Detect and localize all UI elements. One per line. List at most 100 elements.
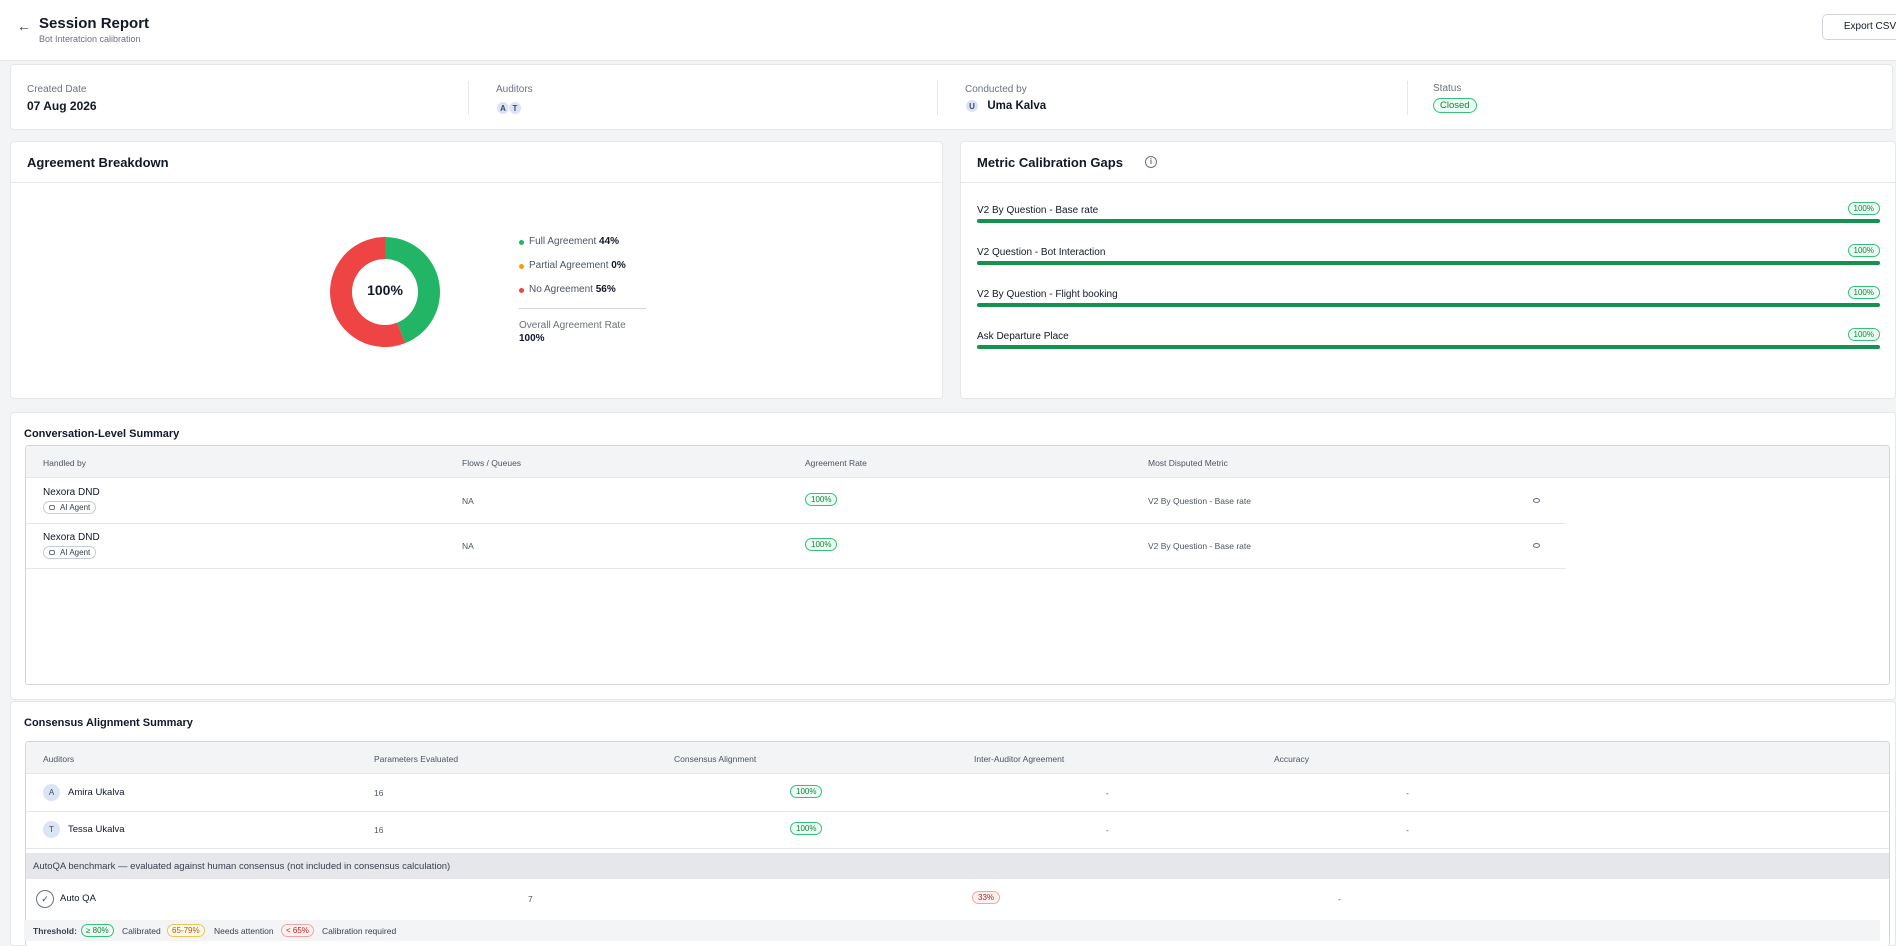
flows-value: NA — [462, 541, 474, 551]
gap-percent-badge: 100% — [1847, 202, 1880, 215]
gap-row: V2 By Question - Base rate 100% — [977, 199, 1880, 229]
avatar: A — [43, 784, 60, 801]
column-header: Consensus Alignment — [674, 754, 757, 764]
column-header: Parameters Evaluated — [374, 754, 459, 764]
autoqa-row[interactable]: ✓ Auto QA 7 33% - — [26, 879, 1889, 919]
inter-auditor-value: - — [1106, 788, 1109, 798]
column-header: Agreement Rate — [805, 458, 867, 468]
avatar: T — [43, 821, 60, 838]
legend-dot — [519, 288, 524, 293]
params-evaluated: 16 — [374, 825, 384, 835]
bot-icon — [49, 505, 55, 510]
disputed-metric: V2 By Question - Base rate — [1148, 541, 1251, 551]
autoqa-benchmark-banner: AutoQA benchmark — evaluated against hum… — [26, 853, 1889, 879]
table-row[interactable]: Nexora DND AI Agent NA 100% V2 By Questi… — [26, 524, 1566, 569]
gap-row: V2 Question - Bot Interaction 100% — [977, 241, 1880, 271]
benchmark-note: AutoQA benchmark — evaluated against hum… — [33, 861, 451, 872]
column-header: Flows / Queues — [462, 458, 522, 468]
column-header: Auditors — [43, 754, 75, 764]
gap-progress-bar — [977, 303, 1880, 307]
autoqa-name: Auto QA — [60, 893, 96, 904]
avatar[interactable]: T — [508, 101, 522, 115]
conducted-by-value: U Uma Kalva — [965, 98, 1046, 113]
table-row[interactable]: A Amira Ukalva 16 100% - - — [26, 775, 1889, 812]
gap-metric-name: V2 Question - Bot Interaction — [977, 247, 1106, 258]
column-header: Accuracy — [1274, 754, 1309, 764]
auditor-name: Amira Ukalva — [68, 787, 125, 798]
legend-item-none: No Agreement 56% — [519, 284, 646, 308]
legend-value: 0% — [611, 260, 626, 271]
disputed-metric: V2 By Question - Base rate — [1148, 496, 1251, 506]
accuracy-value: - — [1406, 825, 1409, 835]
divider — [11, 182, 942, 183]
autoqa-params: 7 — [528, 894, 533, 904]
ai-agent-tag: AI Agent — [43, 501, 97, 514]
session-report-page: ← Session Report Bot Interatcion calibra… — [0, 0, 1896, 946]
gap-percent-badge: 100% — [1847, 286, 1880, 299]
table-row[interactable]: T Tessa Ukalva 16 100% - - — [26, 812, 1889, 849]
metric-calibration-gaps-card: Metric Calibration Gaps i V2 By Question… — [960, 141, 1896, 399]
legend-value: 44% — [599, 236, 620, 247]
created-date-value: 07 Aug 2026 — [27, 99, 97, 113]
gap-metric-name: V2 By Question - Base rate — [977, 205, 1099, 216]
ai-agent-tag: AI Agent — [43, 546, 97, 559]
auditor-avatars: AT — [496, 100, 522, 115]
agreement-legend: Full Agreement 44% Partial Agreement 0% … — [519, 236, 646, 344]
legend-dot — [519, 264, 524, 269]
view-eye-icon[interactable] — [1533, 543, 1540, 548]
threshold-label: Threshold: — [33, 926, 77, 936]
agreement-rate-badge: 100% — [805, 538, 838, 551]
legend-value: 56% — [595, 284, 616, 295]
divider — [961, 182, 1895, 183]
gap-metric-name: V2 By Question - Flight booking — [977, 289, 1118, 300]
gap-progress-bar — [977, 345, 1880, 349]
page-subtitle: Bot Interatcion calibration — [39, 34, 141, 44]
page-title: Session Report — [39, 15, 150, 32]
auditor-name: Tessa Ukalva — [68, 824, 125, 835]
threshold-text: Calibrated — [122, 926, 161, 936]
divider — [468, 81, 469, 115]
back-arrow-icon[interactable]: ← — [14, 16, 34, 36]
legend-item-partial: Partial Agreement 0% — [519, 260, 646, 284]
conversation-table: Handled by Flows / Queues Agreement Rate… — [25, 445, 1890, 685]
divider — [1407, 81, 1408, 115]
view-eye-icon[interactable] — [1533, 498, 1540, 503]
created-date-label: Created Date — [27, 84, 87, 95]
gap-progress-bar — [977, 219, 1880, 223]
handled-by-name: Nexora DND — [43, 487, 100, 498]
column-header: Handled by — [43, 458, 87, 468]
gap-metric-name: Ask Departure Place — [977, 331, 1069, 342]
consensus-summary-title: Consensus Alignment Summary — [24, 717, 193, 729]
consensus-table: Auditors Parameters Evaluated Consensus … — [25, 741, 1890, 946]
consensus-summary-section: Consensus Alignment Summary Auditors Par… — [10, 701, 1896, 946]
donut-center-label: 100% — [367, 282, 403, 298]
table-header: Handled by Flows / Queues Agreement Rate… — [26, 446, 1889, 478]
threshold-pill-attention: 65-79% — [167, 924, 205, 937]
agreement-breakdown-card: Agreement Breakdown 100% Full Agreement … — [10, 141, 943, 399]
gap-progress-fill — [977, 219, 1880, 223]
gap-progress-fill — [977, 303, 1880, 307]
threshold-pill-required: < 65% — [281, 924, 314, 937]
auditors-label: Auditors — [496, 84, 533, 95]
agreement-rate-badge: 100% — [805, 493, 838, 506]
flows-value: NA — [462, 496, 474, 506]
column-header: Inter-Auditor Agreement — [974, 754, 1065, 764]
consensus-alignment-badge: 100% — [790, 822, 823, 835]
table-row[interactable]: Nexora DND AI Agent NA 100% V2 By Questi… — [26, 479, 1566, 524]
info-icon[interactable]: i — [1145, 156, 1157, 168]
gap-row: V2 By Question - Flight booking 100% — [977, 283, 1880, 313]
autoqa-alignment-badge: 33% — [972, 891, 1001, 904]
export-csv-button[interactable]: Export CSV — [1822, 14, 1896, 40]
threshold-text: Calibration required — [322, 926, 397, 936]
gap-progress-fill — [977, 261, 1880, 265]
legend-dot — [519, 240, 524, 245]
divider — [937, 81, 938, 115]
handled-by-name: Nexora DND — [43, 532, 100, 543]
agreement-breakdown-title: Agreement Breakdown — [27, 155, 169, 170]
conversation-summary-title: Conversation-Level Summary — [24, 428, 180, 440]
check-circle-icon: ✓ — [36, 890, 54, 908]
gap-progress-fill — [977, 345, 1880, 349]
legend-item-full: Full Agreement 44% — [519, 236, 646, 260]
tag-label: AI Agent — [60, 503, 91, 512]
bot-icon — [49, 550, 55, 555]
